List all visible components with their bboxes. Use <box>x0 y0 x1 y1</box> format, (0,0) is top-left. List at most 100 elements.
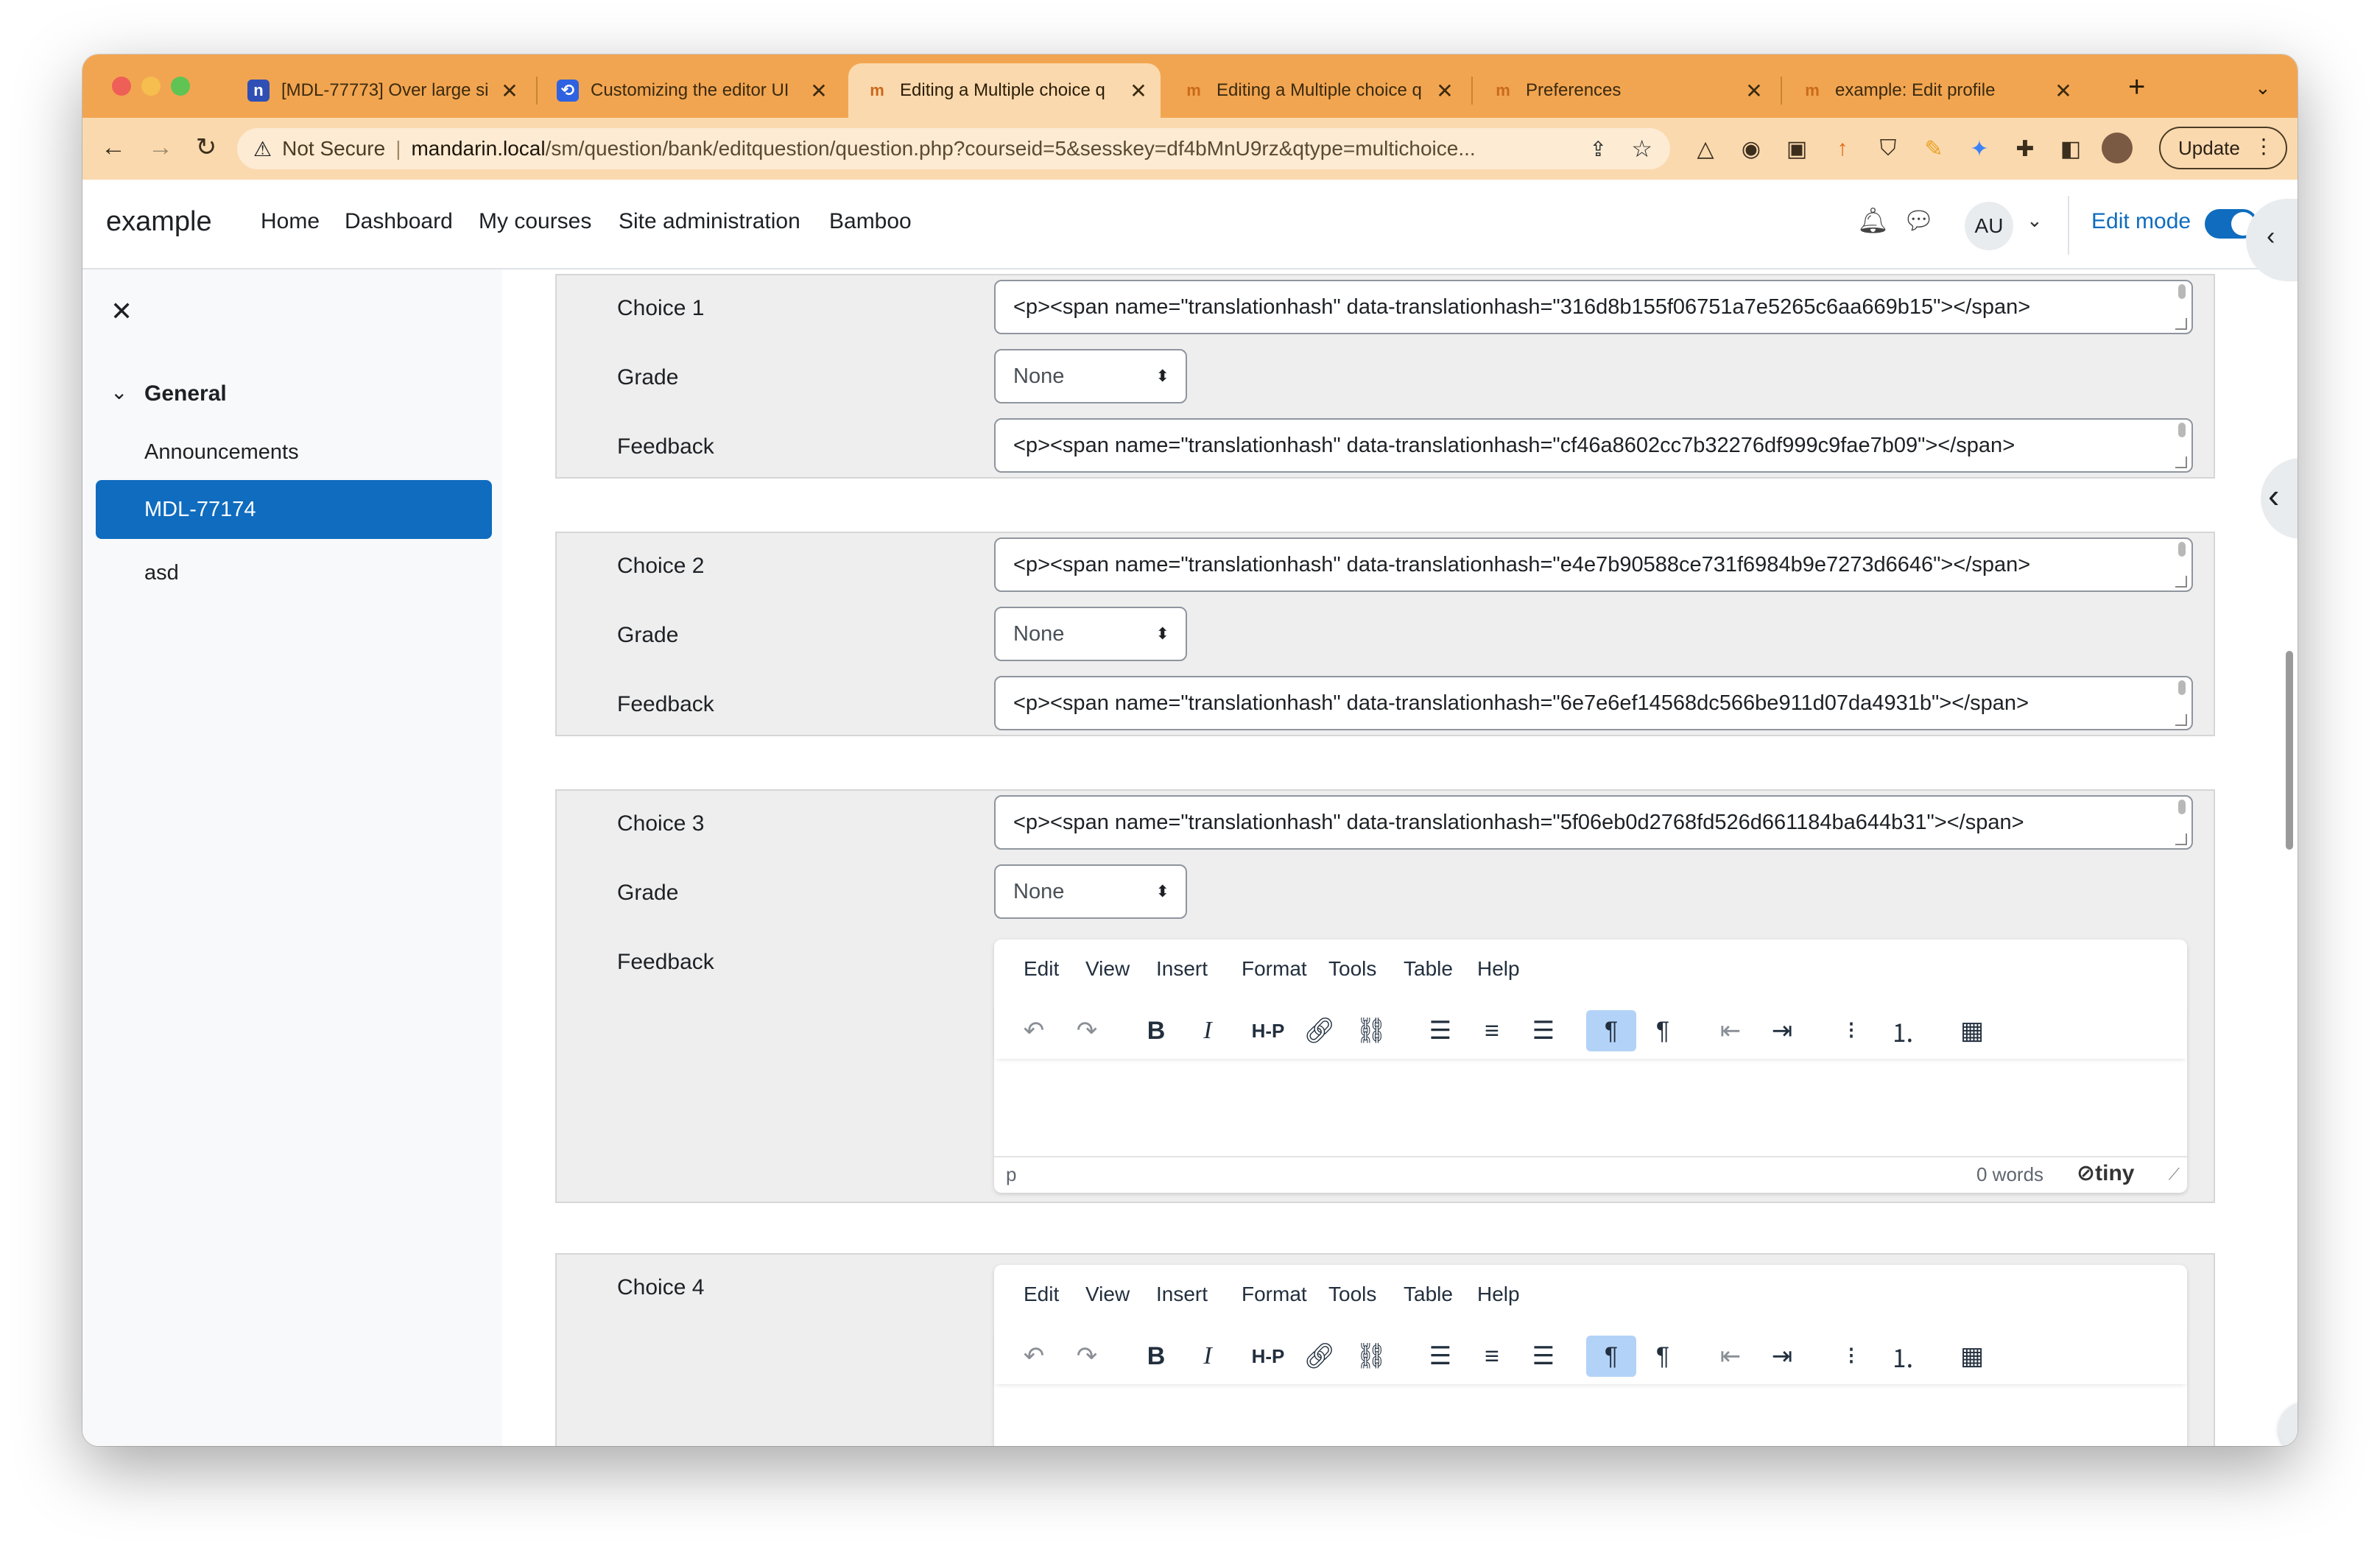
undo-icon[interactable]: ↶ <box>1009 1336 1059 1377</box>
browser-tab[interactable]: m Editing a Multiple choice q ✕ <box>1165 63 1467 118</box>
tab-search-icon[interactable]: ⌄ <box>2255 77 2271 99</box>
bold-icon[interactable]: B <box>1131 1336 1181 1377</box>
menu-tools[interactable]: Tools <box>1328 1283 1376 1306</box>
unlink-icon[interactable]: ⛓ <box>1346 1010 1396 1051</box>
close-tab-icon[interactable]: ✕ <box>2049 79 2078 103</box>
chevron-left-icon[interactable]: ‹ <box>2268 476 2279 515</box>
ltr-icon[interactable]: ¶ <box>1586 1010 1636 1051</box>
profile-avatar[interactable] <box>2102 133 2133 163</box>
resize-grip-icon[interactable] <box>2175 833 2187 845</box>
align-right-icon[interactable]: ☰ <box>1518 1010 1569 1051</box>
close-tab-icon[interactable]: ✕ <box>804 79 834 103</box>
nav-home[interactable]: Home <box>261 209 320 234</box>
resize-grip-icon[interactable]: ⟋ <box>2169 1165 2180 1184</box>
italic-icon[interactable]: I <box>1183 1010 1233 1051</box>
bullet-list-icon[interactable]: ⁝ <box>1826 1010 1876 1051</box>
sidepanel-icon[interactable]: ◧ <box>2052 128 2090 169</box>
menu-help[interactable]: Help <box>1477 1283 1520 1306</box>
nav-dashboard[interactable]: Dashboard <box>345 209 453 234</box>
menu-table[interactable]: Table <box>1404 957 1453 981</box>
puzzle-icon[interactable]: ✚ <box>2006 128 2044 169</box>
calculator-icon[interactable]: ▦ <box>1947 1336 1997 1377</box>
menu-help[interactable]: Help <box>1477 957 1520 981</box>
bell-icon[interactable]: 🔔︎ <box>1857 206 1889 236</box>
undo-icon[interactable]: ↶ <box>1009 1010 1059 1051</box>
editor-content-area[interactable] <box>994 1394 2187 1446</box>
chevron-down-icon[interactable]: ⌄ <box>2027 209 2043 232</box>
share-icon[interactable]: ⇪ <box>1590 137 1607 161</box>
grade-select[interactable]: None ⬍ <box>994 349 1187 403</box>
extension-icon[interactable]: ▣ <box>1778 128 1816 169</box>
word-count[interactable]: 0 words <box>1976 1163 2043 1186</box>
choice-answer-field[interactable]: <p><span name="translationhash" data-tra… <box>994 795 2193 850</box>
close-tab-icon[interactable]: ✕ <box>1430 79 1460 103</box>
element-path[interactable]: p <box>1006 1163 1016 1186</box>
redo-icon[interactable]: ↷ <box>1062 1010 1112 1051</box>
kebab-menu-icon[interactable]: ⋮ <box>2253 134 2274 158</box>
menu-view[interactable]: View <box>1085 1283 1130 1306</box>
menu-edit[interactable]: Edit <box>1024 957 1059 981</box>
menu-insert[interactable]: Insert <box>1156 957 1208 981</box>
back-icon[interactable]: ← <box>93 127 134 168</box>
reload-icon[interactable]: ↻ <box>186 127 227 168</box>
scrollbar[interactable] <box>2178 284 2186 299</box>
browser-tab[interactable]: n [MDL-77773] Over large si ✕ <box>230 63 532 118</box>
link-icon[interactable]: 🔗︎ <box>1295 1010 1345 1051</box>
update-button[interactable]: Update ⋮ <box>2159 127 2287 169</box>
ltr-icon[interactable]: ¶ <box>1586 1336 1636 1377</box>
scrollbar[interactable] <box>2178 542 2186 557</box>
menu-view[interactable]: View <box>1085 957 1130 981</box>
close-tab-icon[interactable]: ✕ <box>1124 79 1153 103</box>
align-right-icon[interactable]: ☰ <box>1518 1336 1569 1377</box>
align-left-icon[interactable]: ☰ <box>1415 1010 1465 1051</box>
numbered-list-icon[interactable]: ⒈ <box>1878 1336 1928 1377</box>
user-avatar[interactable]: AU <box>1965 202 2013 250</box>
h5p-icon[interactable]: H-P <box>1243 1336 1293 1377</box>
browser-tab-active[interactable]: m Editing a Multiple choice q ✕ <box>848 63 1161 118</box>
close-tab-icon[interactable]: ✕ <box>1739 79 1769 103</box>
bolt-extension-icon[interactable]: ✦ <box>1960 128 1999 169</box>
close-window-button[interactable] <box>112 77 131 96</box>
pen-extension-icon[interactable]: ✎ <box>1915 128 1953 169</box>
nav-my-courses[interactable]: My courses <box>479 209 591 234</box>
browser-tab[interactable]: m example: Edit profile ✕ <box>1784 63 2085 118</box>
chat-icon[interactable]: 💬︎ <box>1903 206 1934 236</box>
numbered-list-icon[interactable]: ⒈ <box>1878 1010 1928 1051</box>
drawer-item-announcements[interactable]: Announcements <box>144 440 299 465</box>
menu-edit[interactable]: Edit <box>1024 1283 1059 1306</box>
resize-grip-icon[interactable] <box>2175 318 2187 330</box>
rtl-icon[interactable]: ¶ <box>1638 1336 1688 1377</box>
align-center-icon[interactable]: ≡ <box>1467 1010 1517 1051</box>
grade-select[interactable]: None ⬍ <box>994 864 1187 919</box>
choice-answer-field[interactable]: <p><span name="translationhash" data-tra… <box>994 280 2193 334</box>
minimize-window-button[interactable] <box>141 77 161 96</box>
redo-icon[interactable]: ↷ <box>1062 1336 1112 1377</box>
maximize-window-button[interactable] <box>171 77 190 96</box>
outdent-icon[interactable]: ⇤ <box>1705 1336 1756 1377</box>
resize-grip-icon[interactable] <box>2175 576 2187 588</box>
align-center-icon[interactable]: ≡ <box>1467 1336 1517 1377</box>
menu-tools[interactable]: Tools <box>1328 957 1376 981</box>
menu-table[interactable]: Table <box>1404 1283 1453 1306</box>
chevron-down-icon[interactable]: ⌄ <box>110 380 127 404</box>
drawer-item-active-bg[interactable]: MDL-77174 <box>96 480 492 539</box>
unlink-icon[interactable]: ⛓ <box>1346 1336 1396 1377</box>
link-icon[interactable]: 🔗︎ <box>1295 1336 1345 1377</box>
resize-grip-icon[interactable] <box>2175 714 2187 726</box>
italic-icon[interactable]: I <box>1183 1336 1233 1377</box>
rtl-icon[interactable]: ¶ <box>1638 1010 1688 1051</box>
editor-content-area[interactable] <box>994 1069 2187 1154</box>
arrow-extension-icon[interactable]: ↑ <box>1823 128 1862 169</box>
section-general[interactable]: General <box>144 381 227 406</box>
eye-extension-icon[interactable]: ◉ <box>1732 128 1770 169</box>
nav-bamboo[interactable]: Bamboo <box>829 209 912 234</box>
resize-grip-icon[interactable] <box>2175 456 2187 468</box>
new-tab-icon[interactable]: + <box>2128 71 2145 104</box>
menu-format[interactable]: Format <box>1242 1283 1307 1306</box>
menu-insert[interactable]: Insert <box>1156 1283 1208 1306</box>
site-brand[interactable]: example <box>106 206 212 238</box>
outdent-icon[interactable]: ⇤ <box>1705 1010 1756 1051</box>
chevron-left-icon[interactable]: ‹ <box>2267 222 2275 251</box>
indent-icon[interactable]: ⇥ <box>1757 1010 1807 1051</box>
browser-tab[interactable]: m Preferences ✕ <box>1474 63 1776 118</box>
